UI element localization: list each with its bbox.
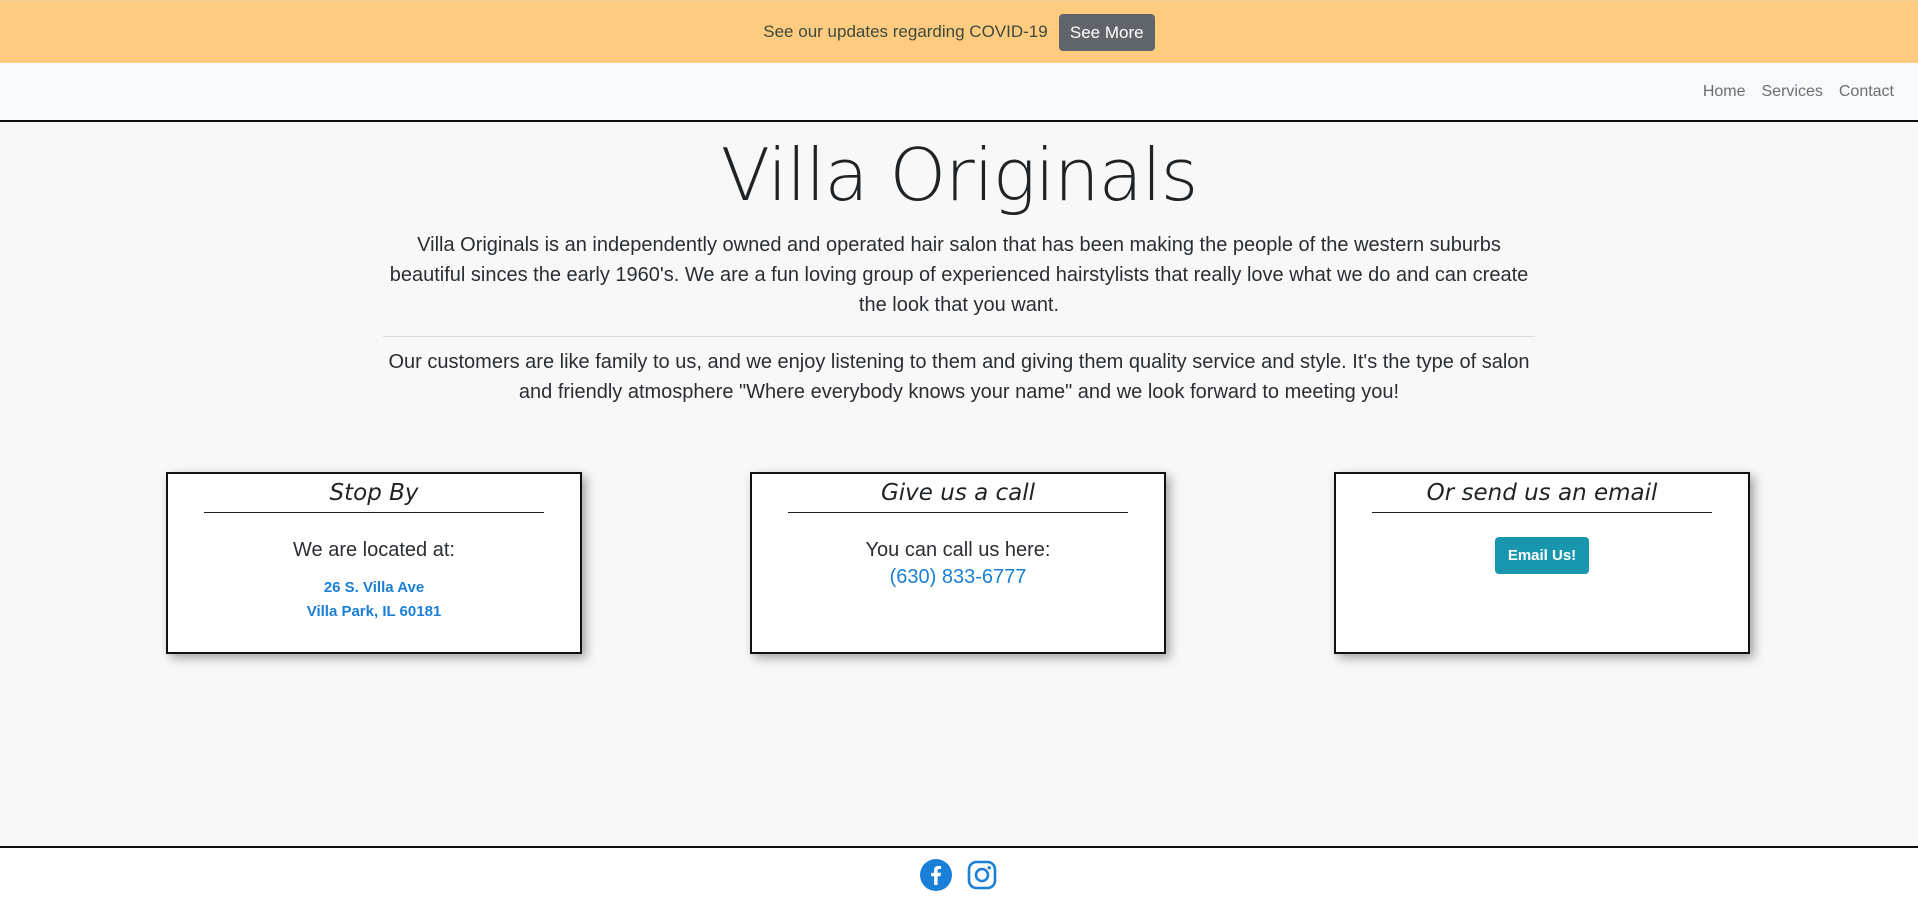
hero-section: Villa Originals Villa Originals is an in… — [0, 122, 1918, 407]
stop-by-card: Stop By We are located at: 26 S. Villa A… — [166, 472, 582, 654]
email-title: Or send us an email — [1372, 474, 1712, 513]
stop-by-title: Stop By — [204, 474, 544, 513]
instagram-icon[interactable] — [966, 859, 998, 891]
call-title: Give us a call — [788, 474, 1128, 513]
phone-link[interactable]: (630) 833-6777 — [752, 566, 1164, 589]
intro-divider — [383, 336, 1535, 337]
address-link[interactable]: 26 S. Villa Ave Villa Park, IL 60181 — [168, 576, 580, 624]
address-line-1: 26 S. Villa Ave — [323, 579, 425, 596]
top-navbar: Home Services Contact — [0, 63, 1918, 122]
see-more-button[interactable]: See More — [1058, 13, 1155, 51]
nav-contact-link[interactable]: Contact — [1839, 83, 1894, 101]
nav-home-link[interactable]: Home — [1703, 83, 1746, 101]
covid-banner: See our updates regarding COVID-19 See M… — [0, 0, 1918, 63]
location-label: We are located at: — [293, 539, 455, 561]
email-card: Or send us an email Email Us! — [1334, 472, 1750, 654]
facebook-icon[interactable] — [920, 858, 952, 891]
address-line-2: Villa Park, IL 60181 — [306, 603, 442, 620]
call-card: Give us a call You can call us here: (63… — [750, 472, 1166, 654]
nav-services-link[interactable]: Services — [1762, 83, 1823, 101]
covid-banner-text: See our updates regarding COVID-19 — [763, 22, 1048, 41]
page-title: Villa Originals — [720, 133, 1198, 217]
call-label: You can call us here: — [865, 539, 1051, 561]
email-us-button[interactable]: Email Us! — [1494, 537, 1590, 574]
intro-paragraph: Villa Originals is an independently owne… — [389, 234, 1529, 316]
footer — [0, 846, 1918, 901]
customers-paragraph: Our customers are like family to us, and… — [388, 351, 1530, 403]
